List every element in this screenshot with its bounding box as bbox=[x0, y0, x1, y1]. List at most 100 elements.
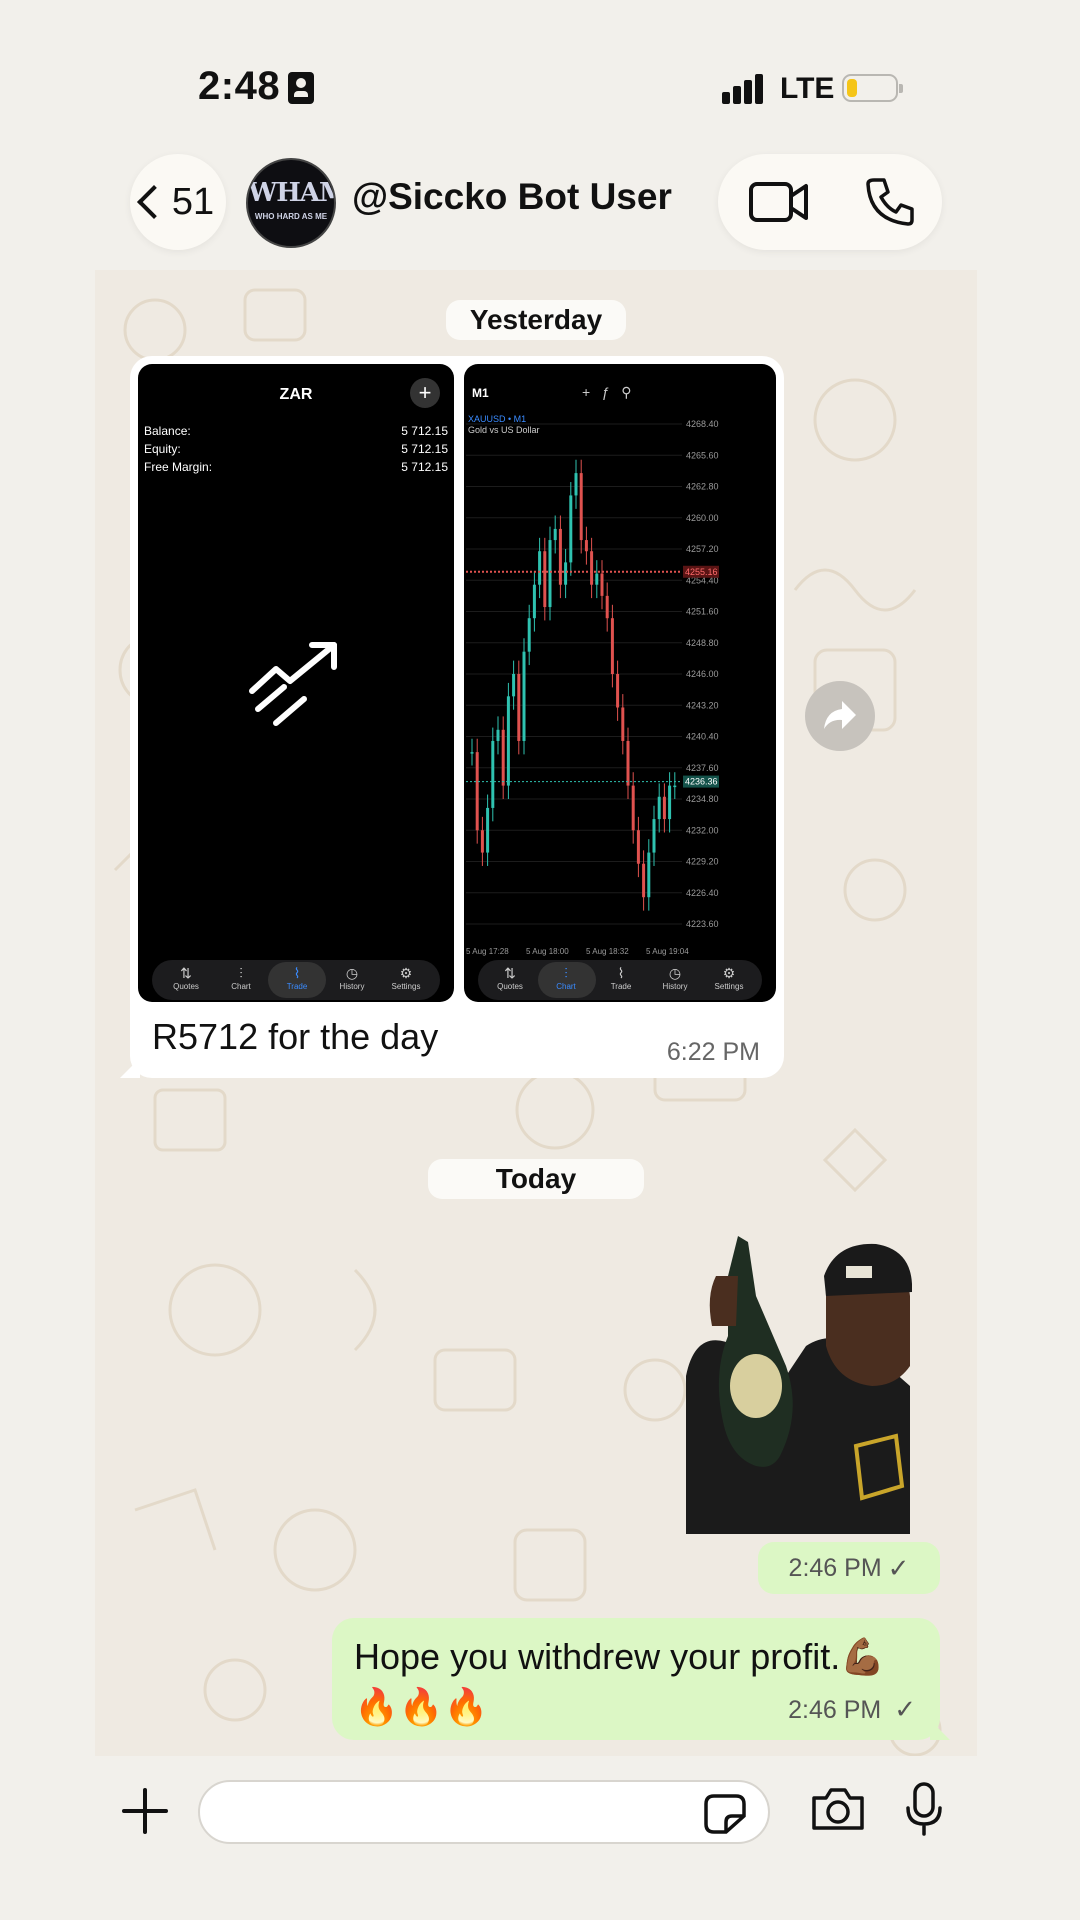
free-margin-label: Free Margin: bbox=[144, 460, 213, 474]
candle-body bbox=[668, 785, 672, 820]
forward-button[interactable] bbox=[805, 681, 875, 751]
signal-icon bbox=[722, 72, 766, 104]
outgoing-message[interactable]: Hope you withdrew your profit.💪🏾🔥🔥🔥 2:46… bbox=[332, 1618, 950, 1740]
candle-body bbox=[590, 551, 594, 585]
sticker-icon[interactable] bbox=[704, 1794, 746, 1834]
microphone-icon[interactable] bbox=[904, 1782, 944, 1836]
candle-body bbox=[553, 528, 557, 541]
candle-body bbox=[491, 740, 495, 808]
avatar[interactable]: WHAM WHO HARD AS ME bbox=[246, 158, 336, 248]
battery-icon bbox=[842, 74, 903, 102]
composer-bar bbox=[0, 1756, 1080, 1920]
price-label: 4248.80 bbox=[686, 638, 719, 648]
candle-body bbox=[486, 807, 490, 853]
candle-body bbox=[538, 551, 542, 585]
candle-body bbox=[548, 540, 552, 608]
date-chip-today: Today bbox=[428, 1159, 644, 1199]
price-label: 4229.20 bbox=[686, 857, 719, 867]
candle-body bbox=[574, 473, 578, 496]
equity-row: Equity: 5 712.15 bbox=[144, 442, 448, 456]
share-arrow-icon bbox=[824, 701, 856, 729]
free-margin-value: 5 712.15 bbox=[401, 460, 448, 474]
candle-body bbox=[647, 852, 651, 898]
candle-body bbox=[506, 696, 510, 786]
contact-name[interactable]: @Siccko Bot User bbox=[352, 176, 672, 218]
nav-settings: ⚙ Settings bbox=[714, 965, 744, 991]
unread-count: 51 bbox=[171, 180, 215, 223]
price-label: 4268.40 bbox=[686, 419, 719, 429]
price-label: 4234.80 bbox=[686, 794, 719, 804]
candle-body bbox=[626, 740, 630, 786]
candle-body bbox=[564, 562, 568, 585]
status-time: 2:48 bbox=[198, 64, 281, 108]
status-bar: 2:48 LTE bbox=[0, 0, 1080, 140]
phone-call-icon[interactable] bbox=[864, 176, 916, 228]
contact-card-icon bbox=[288, 72, 314, 104]
camera-icon[interactable] bbox=[810, 1786, 866, 1832]
sticker-timestamp: 2:46 PM ✓ bbox=[758, 1542, 940, 1594]
current-price-text: 4236.36 bbox=[685, 777, 718, 787]
candle-body bbox=[610, 618, 614, 674]
plus-icon[interactable] bbox=[122, 1788, 168, 1834]
message-input[interactable] bbox=[198, 1780, 770, 1844]
nav-chart: ⫶ Chart bbox=[556, 965, 576, 991]
price-label: 4265.60 bbox=[686, 450, 719, 460]
candle-body bbox=[532, 584, 536, 619]
candle-body bbox=[501, 729, 505, 786]
candle-body bbox=[595, 573, 599, 585]
candle-body bbox=[512, 674, 516, 697]
price-label: 4232.00 bbox=[686, 825, 719, 835]
price-label: 4257.20 bbox=[686, 544, 719, 554]
sent-check-icon: ✓ bbox=[887, 1552, 910, 1583]
price-label: 4260.00 bbox=[686, 513, 719, 523]
message-time: 6:22 PM bbox=[666, 1038, 760, 1066]
nav-chart: ⫶ Chart bbox=[231, 965, 251, 991]
back-button[interactable]: 51 bbox=[130, 154, 226, 250]
account-currency: ZAR bbox=[279, 386, 313, 403]
price-label: 4246.00 bbox=[686, 669, 719, 679]
price-label: 4226.40 bbox=[686, 888, 719, 898]
nav-quotes: ⇅ Quotes bbox=[497, 965, 523, 991]
candle-body bbox=[673, 785, 677, 788]
mt-nav-right: ⇅ Quotes ⫶ Chart ⌇ Trade ◷ History ⚙ Settings bbox=[478, 960, 762, 1000]
candle-body bbox=[636, 830, 640, 864]
candle-body bbox=[517, 674, 521, 741]
time-label: 5 Aug 17:28 bbox=[466, 947, 509, 956]
avatar-logo-text: WHAM bbox=[248, 178, 334, 208]
screenshot-chart[interactable]: M1 + ƒ ⚲ XAUUSD • M1 Gold vs US Dollar 4… bbox=[464, 364, 776, 1002]
candle-body bbox=[662, 796, 666, 820]
time-label: 5 Aug 18:00 bbox=[526, 947, 569, 956]
message-caption: R5712 for the day bbox=[152, 1016, 439, 1057]
candle-body bbox=[470, 752, 474, 754]
candle-body bbox=[475, 752, 479, 831]
nav-history: ◷ History bbox=[339, 965, 365, 991]
candle-body bbox=[616, 674, 620, 708]
video-call-icon[interactable] bbox=[748, 180, 810, 224]
candle-body bbox=[652, 819, 656, 853]
time-label: 5 Aug 18:32 bbox=[586, 947, 629, 956]
candle-body bbox=[605, 595, 609, 619]
equity-label: Equity: bbox=[144, 442, 181, 456]
price-label: 4223.60 bbox=[686, 919, 719, 929]
nav-history: ◷ History bbox=[662, 965, 688, 991]
incoming-message[interactable]: ZAR + Balance: 5 712.15 Equity: 5 712.15… bbox=[120, 356, 784, 1078]
price-label: 4240.40 bbox=[686, 732, 719, 742]
balance-row: Balance: 5 712.15 bbox=[144, 424, 448, 438]
candle-body bbox=[480, 830, 484, 853]
time-label: 5 Aug 19:04 bbox=[646, 947, 689, 956]
candle-body bbox=[642, 863, 646, 898]
candle-body bbox=[527, 618, 531, 652]
balance-label: Balance: bbox=[144, 424, 191, 438]
candle-body bbox=[657, 796, 661, 820]
screenshot-account[interactable]: ZAR + Balance: 5 712.15 Equity: 5 712.15… bbox=[138, 364, 454, 1002]
chevron-left-icon bbox=[136, 185, 171, 219]
call-actions bbox=[718, 154, 942, 250]
candle-body bbox=[496, 729, 500, 741]
avatar-logo-subtext: WHO HARD AS ME bbox=[254, 212, 328, 221]
candle-body bbox=[522, 651, 526, 741]
mt-nav-left: ⇅ Quotes ⫶ Chart ⌇ Trade ◷ History ⚙ Settings bbox=[152, 960, 440, 1000]
sticker-image[interactable] bbox=[676, 1236, 912, 1534]
highlight-price-text: 4255.16 bbox=[685, 567, 718, 577]
candle-body bbox=[600, 573, 604, 596]
price-label: 4243.20 bbox=[686, 700, 719, 710]
